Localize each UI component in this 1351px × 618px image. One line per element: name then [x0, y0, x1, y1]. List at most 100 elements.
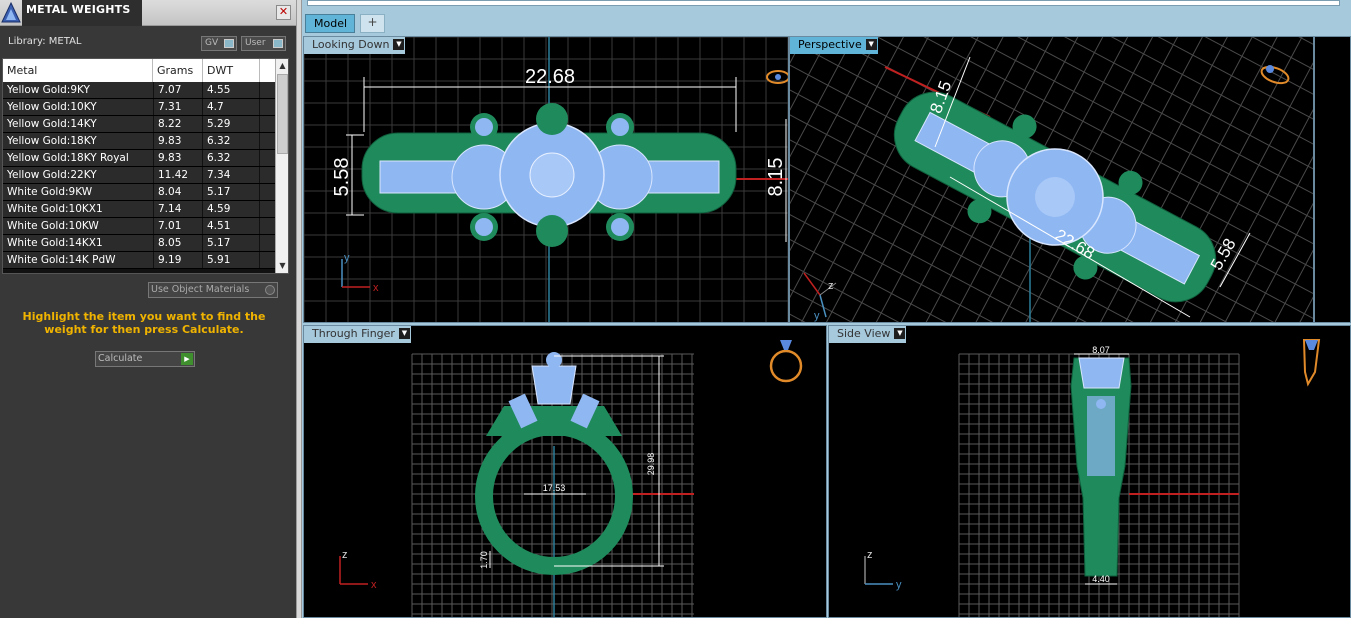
axis-z-label: z	[342, 549, 348, 561]
calculate-button[interactable]: Calculate ▶	[95, 351, 195, 367]
axis-y-label: y	[344, 252, 350, 264]
through-finger-canvas: 17.53 29.98 1.70 z x	[339, 340, 803, 617]
viewport-side-view[interactable]: 8.07 4.40 z y Side View ▼	[828, 325, 1351, 618]
app-logo-icon	[1, 1, 21, 23]
cell-spacer	[260, 82, 275, 98]
play-icon: ▶	[181, 353, 193, 365]
gv-toggle-label: GV	[205, 38, 219, 48]
chevron-down-icon[interactable]: ▼	[865, 39, 877, 50]
column-header-dwt[interactable]: DWT	[203, 59, 260, 82]
gv-checkbox[interactable]	[224, 39, 234, 48]
viewport-looking-down[interactable]: 22.68 5.58 8.15 y x Looking Down ▼	[303, 36, 789, 323]
radio-indicator-icon	[265, 285, 275, 295]
chevron-down-icon[interactable]: ▼	[393, 39, 405, 50]
add-tab-button[interactable]: +	[360, 14, 385, 33]
dim-c-label: 5.58	[1207, 235, 1240, 273]
library-label: Library: METAL	[8, 36, 82, 47]
axis-z-label: z	[828, 280, 834, 292]
dim-width-label: 22.68	[525, 66, 575, 88]
column-header-grams[interactable]: Grams	[153, 59, 203, 82]
cell-dwt: 4.51	[203, 218, 259, 234]
cell-grams: 9.83	[154, 133, 202, 149]
viewport-perspective[interactable]: 8.15 22.68 5.58 z y Perspective ▼	[789, 36, 1314, 323]
gv-toggle[interactable]: GV	[201, 36, 237, 51]
cell-spacer	[260, 167, 275, 183]
cell-metal: Yellow Gold:18KY	[3, 133, 153, 149]
side-view-canvas: 8.07 4.40 z y	[864, 339, 1321, 617]
table-row[interactable]: Yellow Gold:10KY 7.31 4.7	[3, 99, 275, 116]
viewport-label-side-view[interactable]: Side View ▼	[829, 326, 907, 343]
metal-table: Metal Grams DWT Yellow Gold:9KY 7.07 4.55 Y…	[2, 58, 289, 274]
perspective-canvas: 8.15 22.68 5.58 z y	[790, 37, 1313, 322]
scroll-up-icon[interactable]: ▲	[276, 59, 288, 73]
cell-spacer	[260, 133, 275, 149]
dim-top-label: 8.07	[1092, 345, 1110, 355]
cell-spacer	[260, 184, 275, 200]
metal-weights-panel: METAL WEIGHTS ✕ Library: METAL GV User M…	[0, 0, 296, 618]
column-header-metal[interactable]: Metal	[3, 59, 153, 82]
table-row[interactable]: Yellow Gold:18KY 9.83 6.32	[3, 133, 275, 150]
table-row[interactable]: White Gold:10KW 7.01 4.51	[3, 218, 275, 235]
command-strip	[302, 0, 1351, 8]
dim-height-label: 29.98	[646, 453, 656, 476]
cell-metal: Yellow Gold:14KY	[3, 116, 153, 132]
cell-metal: Yellow Gold:10KY	[3, 99, 153, 115]
table-body: Yellow Gold:9KY 7.07 4.55 Yellow Gold:10KY 7…	[3, 82, 275, 269]
command-input[interactable]	[307, 0, 1340, 6]
cell-spacer	[260, 150, 275, 166]
table-row[interactable]: Yellow Gold:18KY Royal 9.83 6.32	[3, 150, 275, 167]
column-header-spacer	[260, 59, 275, 82]
dim-band-label: 1.70	[479, 551, 489, 569]
cell-metal: White Gold:14K PdW	[3, 252, 153, 268]
use-object-materials-button[interactable]: Use Object Materials	[148, 282, 278, 298]
user-toggle[interactable]: User	[241, 36, 286, 51]
table-header: Metal Grams DWT	[3, 59, 275, 82]
table-row[interactable]: Yellow Gold:22KY 11.42 7.34	[3, 167, 275, 184]
cell-metal: Yellow Gold:22KY	[3, 167, 153, 183]
cell-dwt: 5.17	[203, 235, 259, 251]
cell-spacer	[260, 99, 275, 115]
instructions-text: Highlight the item you want to find the …	[22, 310, 266, 336]
table-row[interactable]: White Gold:14K PdW 9.19 5.91	[3, 252, 275, 269]
viewport-through-finger[interactable]: 17.53 29.98 1.70 z x Through Finger ▼	[303, 325, 827, 618]
viewport-edge	[1314, 36, 1351, 323]
viewport-label-text: Perspective	[798, 38, 862, 51]
cell-metal: White Gold:9KW	[3, 184, 153, 200]
viewport-label-looking-down[interactable]: Looking Down ▼	[304, 37, 406, 54]
tab-model[interactable]: Model	[305, 14, 355, 33]
cell-metal: Yellow Gold:9KY	[3, 82, 153, 98]
viewport-label-through-finger[interactable]: Through Finger ▼	[304, 326, 411, 343]
cell-metal: Yellow Gold:18KY Royal	[3, 150, 153, 166]
cell-dwt: 5.17	[203, 184, 259, 200]
cell-spacer	[260, 235, 275, 251]
scroll-thumb[interactable]	[277, 74, 288, 154]
cell-dwt: 7.34	[203, 167, 259, 183]
chevron-down-icon[interactable]: ▼	[398, 328, 410, 339]
close-icon[interactable]: ✕	[276, 5, 291, 20]
table-row[interactable]: White Gold:10KX1 7.14 4.59	[3, 201, 275, 218]
viewport-label-perspective[interactable]: Perspective ▼	[790, 37, 878, 54]
cell-dwt: 6.32	[203, 150, 259, 166]
user-checkbox[interactable]	[273, 39, 283, 48]
scroll-down-icon[interactable]: ▼	[276, 259, 288, 273]
dim-height-label: 5.58	[331, 158, 353, 197]
cell-grams: 8.04	[154, 184, 202, 200]
cell-grams: 7.07	[154, 82, 202, 98]
cell-dwt: 5.29	[203, 116, 259, 132]
cell-dwt: 4.7	[203, 99, 259, 115]
cell-metal: White Gold:10KX1	[3, 201, 153, 217]
chevron-down-icon[interactable]: ▼	[894, 328, 906, 339]
table-row[interactable]: White Gold:14KX1 8.05 5.17	[3, 235, 275, 252]
axis-y-label: y	[814, 310, 820, 322]
table-row[interactable]: Yellow Gold:14KY 8.22 5.29	[3, 116, 275, 133]
calculate-label: Calculate	[98, 353, 143, 364]
cell-spacer	[260, 252, 275, 268]
workspace: Model + 22.68 5.58 8.15 y x Looking Down…	[302, 0, 1351, 618]
table-row[interactable]: White Gold:9KW 8.04 5.17	[3, 184, 275, 201]
table-scrollbar[interactable]: ▲ ▼	[275, 59, 288, 273]
table-row[interactable]: Yellow Gold:9KY 7.07 4.55	[3, 82, 275, 99]
cell-dwt: 5.91	[203, 252, 259, 268]
cell-grams: 8.22	[154, 116, 202, 132]
cell-spacer	[260, 116, 275, 132]
cell-grams: 7.31	[154, 99, 202, 115]
